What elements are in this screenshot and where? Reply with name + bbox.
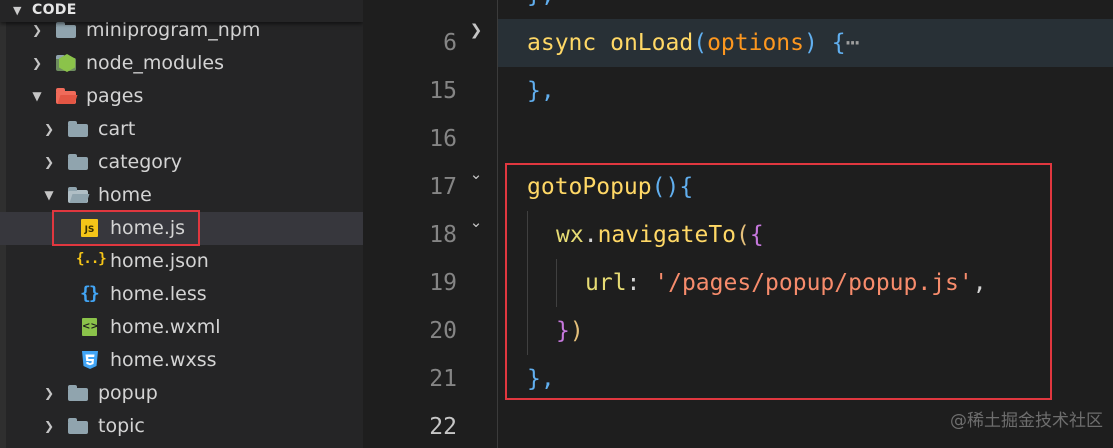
tree-item-home[interactable]: ▼ home — [0, 179, 363, 212]
chevron-right-icon: ❯ — [43, 419, 55, 433]
folder-icon — [68, 385, 88, 402]
highlight-box-home-js — [52, 210, 200, 246]
fold-expanded-chevron-down-icon[interactable]: ⌄ — [467, 150, 485, 198]
tree-item-label: cart — [98, 118, 136, 140]
chevron-right-icon: ❯ — [43, 155, 55, 169]
folded-ellipsis[interactable]: ⋯ — [846, 30, 860, 56]
less-file-icon: {} — [80, 283, 100, 304]
tree-item-label: home — [98, 184, 152, 206]
explorer-section-title: CODE — [32, 2, 77, 18]
highlight-box-goto-popup — [505, 163, 1052, 400]
explorer-section-header[interactable]: ▼ CODE — [0, 0, 363, 22]
chevron-down-icon: ▼ — [13, 4, 22, 17]
tree-item-label: home.json — [110, 250, 209, 272]
tree-item-label: topic — [98, 415, 145, 437]
line-number: 15 — [429, 78, 457, 104]
tree-item-label: node_modules — [86, 52, 225, 74]
tree-item-pages[interactable]: ▼ pages — [0, 80, 363, 113]
line-number: 6 — [443, 30, 457, 56]
fold-expanded-chevron-down-icon[interactable]: ⌄ — [467, 198, 485, 246]
line-number: 16 — [429, 126, 457, 152]
folder-icon — [68, 121, 88, 138]
tree-item-label: category — [98, 151, 182, 173]
wxml-file-icon: <> — [80, 318, 100, 336]
folder-icon — [56, 22, 76, 39]
folder-icon — [68, 418, 88, 435]
tree-item-label: popup — [98, 382, 158, 404]
watermark-text: @稀土掘金技术社区 — [950, 411, 1103, 431]
tree-item-cart[interactable]: ❯ cart — [0, 113, 363, 146]
line-number: 20 — [429, 318, 457, 344]
fold-collapsed-chevron-right-icon[interactable]: ❯ — [467, 6, 485, 54]
chevron-right-icon: ❯ — [43, 122, 55, 136]
folder-icon — [68, 154, 88, 171]
folder-open-icon — [68, 187, 88, 204]
tree-item-topic[interactable]: ❯ topic — [0, 410, 363, 443]
chevron-right-icon: ❯ — [31, 56, 43, 70]
chevron-right-icon: ❯ — [43, 386, 55, 400]
code-function-name: onLoad — [610, 30, 694, 56]
line-number-active: 22 — [429, 414, 457, 440]
code-token: ( — [693, 30, 708, 56]
tree-item-label: pages — [86, 85, 144, 107]
tree-item-home-json[interactable]: {..} home.json — [0, 245, 363, 278]
line-number: 17 — [429, 174, 457, 200]
tree-item-node-modules[interactable]: ❯ node_modules — [0, 47, 363, 80]
tree-item-label: home.less — [110, 283, 207, 305]
tree-item-home-wxml[interactable]: <> home.wxml — [0, 311, 363, 344]
tree-item-label: home.wxml — [110, 316, 221, 338]
pages-folder-icon — [56, 88, 76, 105]
line-number: 21 — [429, 366, 457, 392]
line-number: 19 — [429, 270, 457, 296]
chevron-down-icon: ▼ — [44, 188, 54, 202]
code-line-15[interactable]: }, — [498, 67, 1113, 115]
tree-item-popup[interactable]: ❯ popup — [0, 377, 363, 410]
chevron-down-icon: ▼ — [32, 89, 42, 103]
tree-item-home-less[interactable]: {} home.less — [0, 278, 363, 311]
code-token: }, — [527, 78, 555, 104]
line-number: 18 — [429, 222, 457, 248]
code-token: ) — [804, 30, 818, 56]
code-keyword: async — [527, 30, 597, 56]
code-line-6[interactable]: async onLoad(options) {⋯ — [498, 19, 1113, 67]
tree-item-home-wxss[interactable]: home.wxss — [0, 344, 363, 377]
tree-item-label: home.wxss — [110, 349, 217, 371]
code-editor[interactable]: 6 15 16 17 18 19 20 21 22 ❯ ⌄ ⌄ }, async… — [363, 0, 1113, 448]
node-modules-folder-icon — [56, 54, 76, 72]
code-line[interactable]: }, — [498, 0, 1113, 19]
code-token: }, — [527, 0, 555, 8]
code-token: { — [831, 30, 846, 56]
code-parameter: options — [707, 30, 804, 56]
line-number-gutter: 6 15 16 17 18 19 20 21 22 ❯ ⌄ ⌄ — [363, 0, 497, 448]
json-file-icon: {..} — [76, 251, 107, 267]
explorer-sidebar: ▼ CODE ❯ miniprogram_npm ❯ node_modules … — [0, 0, 363, 448]
tree-item-category[interactable]: ❯ category — [0, 146, 363, 179]
wxss-file-icon — [80, 351, 100, 369]
